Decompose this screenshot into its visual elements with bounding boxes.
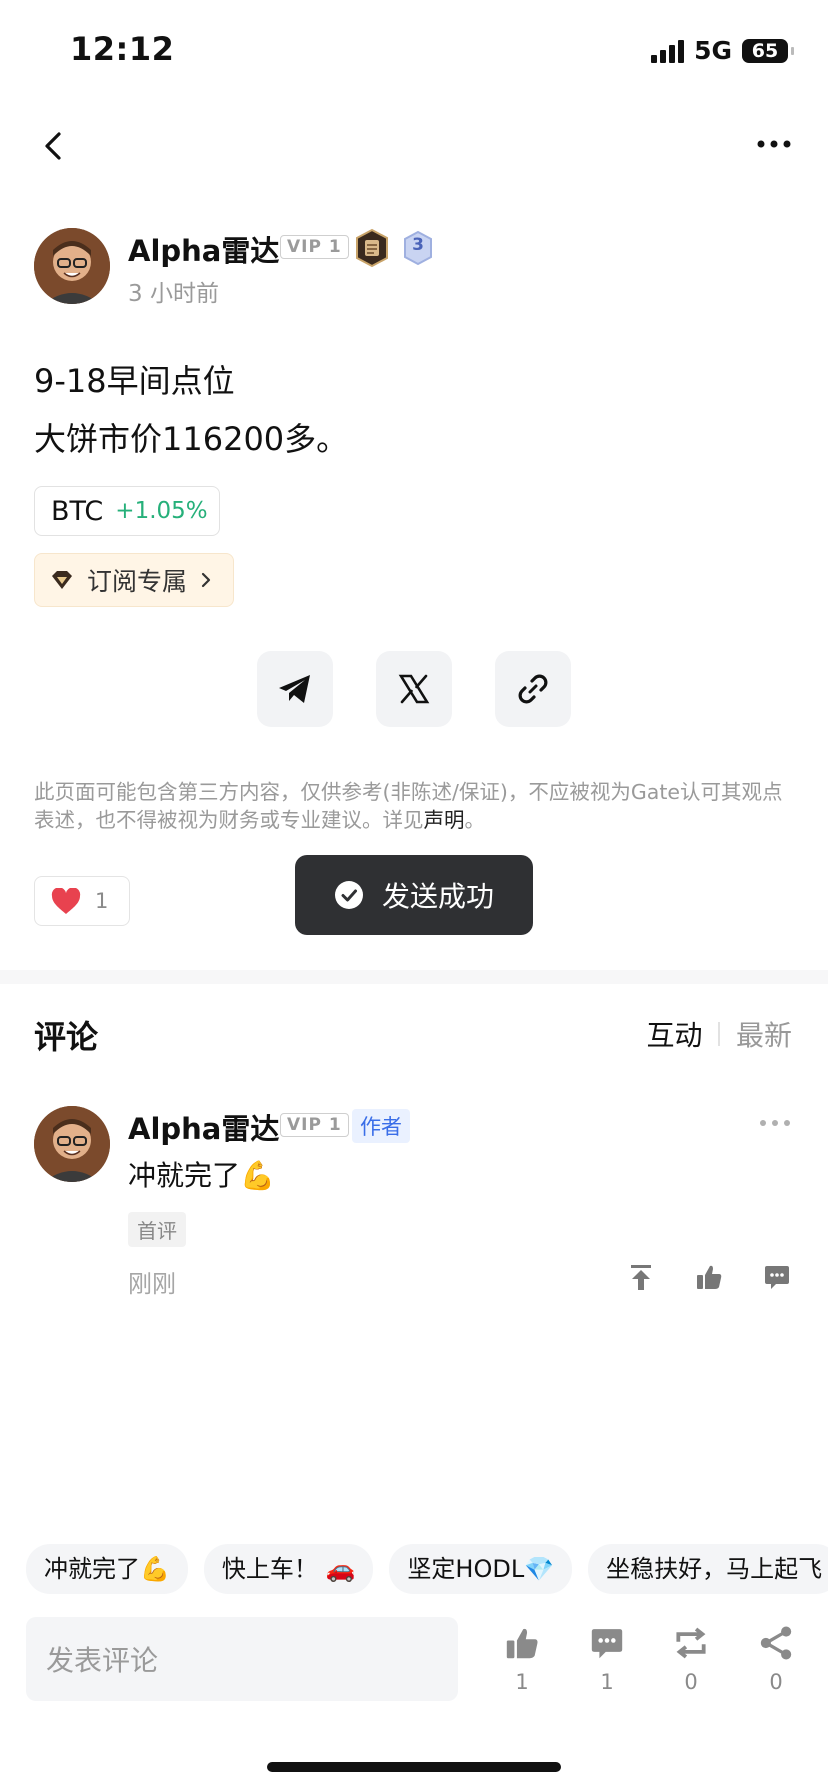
comment-count: 1 [600,1670,614,1694]
level-number: 3 [412,235,424,255]
bottom-like-button[interactable]: 1 [492,1624,552,1694]
network-label: 5G [694,36,732,65]
thumbs-up-icon [506,1628,538,1659]
subscribe-label: 订阅专属 [87,567,188,596]
bottom-share-button[interactable]: 0 [746,1624,806,1694]
battery-level: 65 [751,39,779,62]
repost-icon [676,1627,706,1659]
comment-time: 刚刚 [128,1270,176,1298]
home-indicator [267,1762,561,1772]
comment-input-placeholder: 发表评论 [46,1644,159,1677]
comment-sort: 互动 最新 [646,1014,792,1054]
disclaimer-link[interactable]: 声明 [424,808,465,832]
battery-icon: 65 [742,38,794,63]
sort-interactive-tab[interactable]: 互动 [646,1014,702,1054]
more-options-icon[interactable] [754,134,794,154]
disclaimer-text: 此页面可能包含第三方内容，仅供参考(非陈述/保证)，不应被视为Gate认可其观点… [34,780,783,832]
heart-icon [51,887,81,914]
copy-link-button[interactable] [495,651,571,727]
comment-icon [591,1629,623,1659]
bottom-repost-button[interactable]: 0 [661,1624,721,1694]
author-name[interactable]: Alpha雷达 [128,228,279,270]
first-comment-tag: 首评 [128,1212,186,1247]
disclaimer-end: 。 [464,808,486,832]
toast: 发送成功 [295,855,533,935]
level-badge: 3 [402,230,434,266]
sort-separator [718,1022,720,1046]
repost-count: 0 [684,1670,698,1694]
bottom-comment-button[interactable]: 1 [577,1624,637,1694]
quick-reply-chip[interactable]: 快上车！ 🚗 [203,1544,374,1594]
commenter-avatar[interactable] [34,1106,110,1182]
author-avatar[interactable] [34,228,110,304]
share-icon [760,1626,792,1660]
share-count: 0 [769,1670,783,1694]
pin-top-icon[interactable] [626,1262,656,1292]
coin-change: +1.05% [115,498,208,524]
subscribe-exclusive-button[interactable]: 订阅专属 [34,553,234,607]
sort-latest-tab[interactable]: 最新 [736,1014,792,1054]
comment-more-icon[interactable] [758,1118,792,1128]
post-text-line: 大饼市价116200多。 [34,420,349,458]
chevron-right-icon [201,572,211,588]
coin-symbol: BTC [51,495,104,527]
like-count: 1 [95,889,109,913]
section-divider [0,970,828,984]
like-count: 1 [515,1670,529,1694]
comment-text: 冲就完了💪 [128,1159,275,1192]
back-arrow-icon[interactable] [34,126,74,166]
author-badge: 作者 [352,1109,410,1143]
toast-text: 发送成功 [381,880,494,913]
share-telegram-button[interactable] [257,651,333,727]
quick-reply-chip[interactable]: 坚定HODL💎 [389,1544,573,1594]
telegram-icon [279,675,310,703]
quick-reply-bar: 冲就完了💪 快上车！ 🚗 坚定HODL💎 坐稳扶好，马上起飞 [26,1544,828,1594]
diamond-icon [52,571,72,589]
vip-badge: VIP 1 [280,235,349,259]
quick-reply-chip[interactable]: 冲就完了💪 [26,1544,188,1594]
comment-like-icon[interactable] [694,1262,724,1292]
commenter-name[interactable]: Alpha雷达 [128,1106,279,1148]
disclaimer: 此页面可能包含第三方内容，仅供参考(非陈述/保证)，不应被视为Gate认可其观点… [34,778,794,834]
status-time: 12:12 [70,30,175,68]
link-icon [518,674,548,704]
post-time: 3 小时前 [128,281,219,307]
comment-input[interactable]: 发表评论 [26,1617,458,1701]
x-icon [398,674,430,704]
comment-reply-icon[interactable] [762,1262,792,1292]
medal-badge-icon [356,228,388,268]
comments-title: 评论 [34,1018,99,1056]
post-text-line: 9-18早间点位 [34,362,235,400]
like-button[interactable]: 1 [34,876,130,926]
check-circle-icon [334,881,363,909]
share-x-button[interactable] [376,651,452,727]
signal-icon [651,39,685,63]
vip-badge: VIP 1 [280,1113,349,1137]
coin-tag[interactable]: BTC +1.05% [34,486,220,536]
status-indicators: 5G 65 [651,36,794,65]
quick-reply-chip[interactable]: 坐稳扶好，马上起飞 [588,1544,828,1594]
